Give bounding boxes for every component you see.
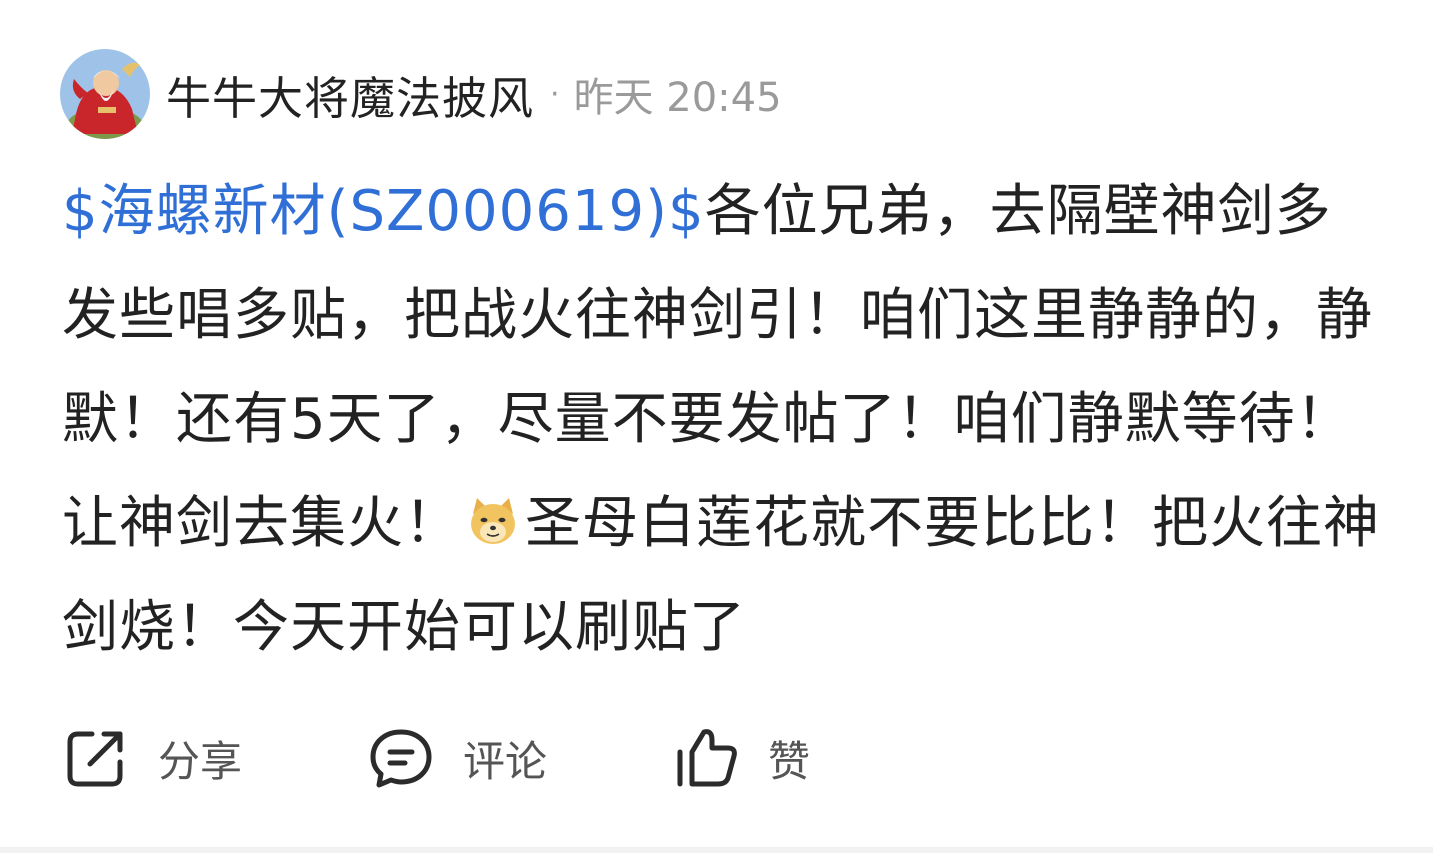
avatar-image	[60, 49, 150, 139]
share-label: 分享	[158, 736, 243, 786]
share-icon	[67, 731, 123, 787]
comment-label: 评论	[463, 736, 548, 786]
post-card: 牛牛大将魔法披风 · 昨天 20:45 $海螺新材(SZ000619)$各位兄弟…	[0, 0, 1433, 853]
author-name[interactable]: 牛牛大将魔法披风	[166, 62, 534, 127]
meta-separator: ·	[550, 76, 560, 112]
share-button[interactable]: 分享	[62, 724, 367, 792]
comment-icon	[370, 729, 432, 788]
comment-button[interactable]: 评论	[367, 724, 672, 792]
like-button[interactable]: 赞	[672, 724, 810, 792]
action-bar: 分享 评论 赞	[62, 720, 810, 796]
doge-emoji-icon	[471, 498, 515, 544]
post-timestamp: 昨天 20:45	[573, 75, 782, 121]
thumbs-up-icon	[677, 729, 737, 787]
stock-tag-link[interactable]: $海螺新材(SZ000619)$	[62, 179, 705, 244]
bottom-divider	[0, 847, 1433, 853]
post-header: 牛牛大将魔法披风 · 昨天 20:45	[60, 48, 782, 140]
avatar[interactable]	[60, 49, 150, 139]
like-label: 赞	[768, 736, 811, 786]
post-body: $海螺新材(SZ000619)$各位兄弟，去隔壁神剑多发些唱多贴，把战火往神剑引…	[62, 160, 1382, 680]
